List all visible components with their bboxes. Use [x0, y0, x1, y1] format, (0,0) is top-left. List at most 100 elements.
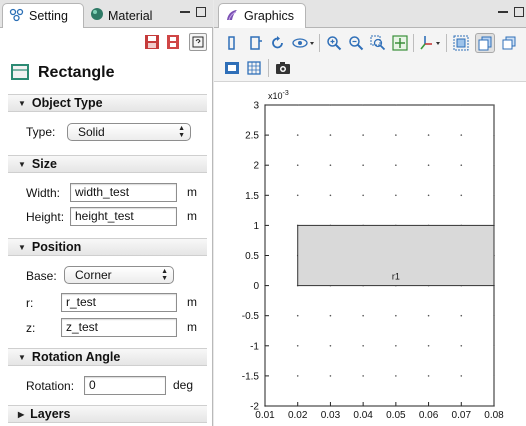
collapse-triangle-icon: ▼	[18, 98, 26, 108]
width-unit: m	[187, 185, 197, 199]
height-unit: m	[187, 209, 197, 223]
rotation-input[interactable]: 0	[84, 376, 166, 395]
section-layers[interactable]: ▶ Layers	[8, 405, 207, 423]
tab-material-label: Material	[108, 8, 153, 23]
section-object-type[interactable]: ▼ Object Type	[8, 94, 207, 112]
tab-setting-label: Setting	[29, 9, 68, 23]
grid-dot	[362, 104, 364, 106]
grid-dot	[427, 345, 430, 347]
section-size-header: Size	[31, 157, 57, 171]
width-label: Width:	[26, 186, 61, 200]
maximize-icon[interactable]	[196, 7, 206, 17]
camera-icon[interactable]	[275, 60, 291, 76]
y-tick-label: -1	[250, 341, 259, 352]
grid-dot	[296, 104, 299, 106]
app-window: Setting Material Rectangle ▼ Object Type…	[0, 0, 526, 426]
tab-graphics[interactable]: Graphics	[218, 3, 306, 28]
build-icon[interactable]	[164, 33, 182, 51]
x-tick-label: 0.01	[255, 410, 275, 421]
section-rotation-header: Rotation Angle	[31, 350, 121, 364]
view-icon[interactable]	[248, 35, 264, 51]
material-icon	[90, 7, 104, 24]
visibility-icon[interactable]	[292, 35, 316, 51]
refresh-icon[interactable]	[270, 35, 286, 51]
grid-dot	[493, 375, 495, 377]
save-icon[interactable]	[143, 33, 161, 51]
grid-dot	[460, 104, 463, 106]
type-label: Type:	[26, 125, 56, 139]
zoom-box-icon[interactable]	[370, 35, 386, 51]
section-rotation-angle[interactable]: ▼ Rotation Angle	[8, 348, 207, 366]
grid-dot	[427, 375, 430, 377]
rotation-unit: deg	[173, 378, 194, 392]
grid-dot	[460, 345, 463, 347]
tab-setting[interactable]: Setting	[2, 3, 84, 28]
zoom-out-icon[interactable]	[348, 35, 364, 51]
grid-dot	[427, 134, 430, 136]
maximize-icon[interactable]	[514, 7, 524, 17]
tab-material[interactable]: Material	[84, 3, 164, 28]
x-tick-label: 0.02	[288, 410, 308, 421]
base-label: Base:	[26, 269, 57, 283]
base-select[interactable]: Corner ▲ ▼	[64, 266, 174, 284]
page-title: Rectangle	[38, 64, 115, 81]
settings-tabbar: Setting Material	[0, 0, 213, 28]
stepper-arrows-icon: ▲ ▼	[161, 268, 168, 282]
help-icon[interactable]	[189, 33, 207, 51]
height-input[interactable]: height_test	[70, 207, 177, 226]
select-domain-icon[interactable]	[475, 33, 495, 53]
graphics-icon	[225, 8, 239, 25]
y-tick-label: 2	[253, 161, 259, 172]
minimize-icon[interactable]	[498, 7, 508, 13]
y-tick-label: 0	[253, 281, 259, 292]
grid-dot	[395, 194, 397, 197]
type-select[interactable]: Solid ▲ ▼	[67, 123, 191, 141]
section-size[interactable]: ▼ Size	[8, 155, 207, 173]
section-position[interactable]: ▼ Position	[8, 238, 207, 256]
x-tick-label: 0.07	[452, 410, 472, 421]
transparency-icon[interactable]	[224, 60, 240, 76]
x-tick-label: 0.05	[386, 410, 406, 421]
rotate-icon[interactable]	[224, 35, 240, 51]
section-position-header: Position	[31, 240, 82, 254]
grid-dot	[395, 164, 397, 166]
minimize-icon[interactable]	[180, 7, 190, 13]
collapse-triangle-icon: ▼	[18, 159, 26, 169]
grid-dot	[427, 104, 430, 106]
y-tick-label: 2.5	[245, 131, 259, 142]
grid-dot	[296, 314, 299, 317]
height-label: Height:	[26, 210, 65, 224]
graphics-toolbar	[214, 28, 526, 82]
section-layers-header: Layers	[30, 407, 71, 421]
width-input[interactable]: width_test	[70, 183, 177, 202]
grid-dot	[329, 164, 332, 166]
feature-title: Rectangle	[10, 62, 114, 84]
grid-dot	[362, 164, 364, 166]
grid-dot	[362, 375, 364, 377]
grid-dot	[329, 104, 332, 106]
graphics-canvas[interactable]: r1 3 2.5 2 1.5 1 0.5 0 -0.5 -1 -1.5 -2 0.01 0.02 0.0…	[214, 82, 526, 426]
section-object-type-header: Object Type	[31, 96, 103, 110]
tab-graphics-label: Graphics	[244, 9, 295, 23]
grid-dot	[329, 345, 332, 347]
x-tick-label: 0.04	[353, 410, 373, 421]
x-tick-label: 0.03	[321, 410, 341, 421]
grid-dot	[296, 164, 299, 166]
r-label: r:	[26, 296, 34, 310]
grid-icon[interactable]	[246, 60, 262, 76]
select-boundary-icon[interactable]	[501, 35, 517, 51]
axes-icon[interactable]	[419, 35, 443, 51]
grid-dot	[296, 375, 299, 377]
geometry-plot[interactable]: r1 32.521.510.50-0.5-1-1.5-2 0.01 0.02 0.0…	[214, 82, 526, 426]
grid-dot	[460, 375, 463, 377]
graphics-tabbar: Graphics	[214, 0, 526, 28]
grid-dot	[395, 375, 397, 377]
zoom-extents-icon[interactable]	[392, 35, 408, 51]
select-box-icon[interactable]	[453, 35, 469, 51]
y-scale-label: x10-3	[268, 90, 289, 101]
zoom-in-icon[interactable]	[326, 35, 342, 51]
z-input[interactable]: z_test	[61, 318, 177, 337]
r-input[interactable]: r_test	[61, 293, 177, 312]
grid-dot	[427, 194, 430, 197]
grid-dot	[329, 375, 332, 377]
